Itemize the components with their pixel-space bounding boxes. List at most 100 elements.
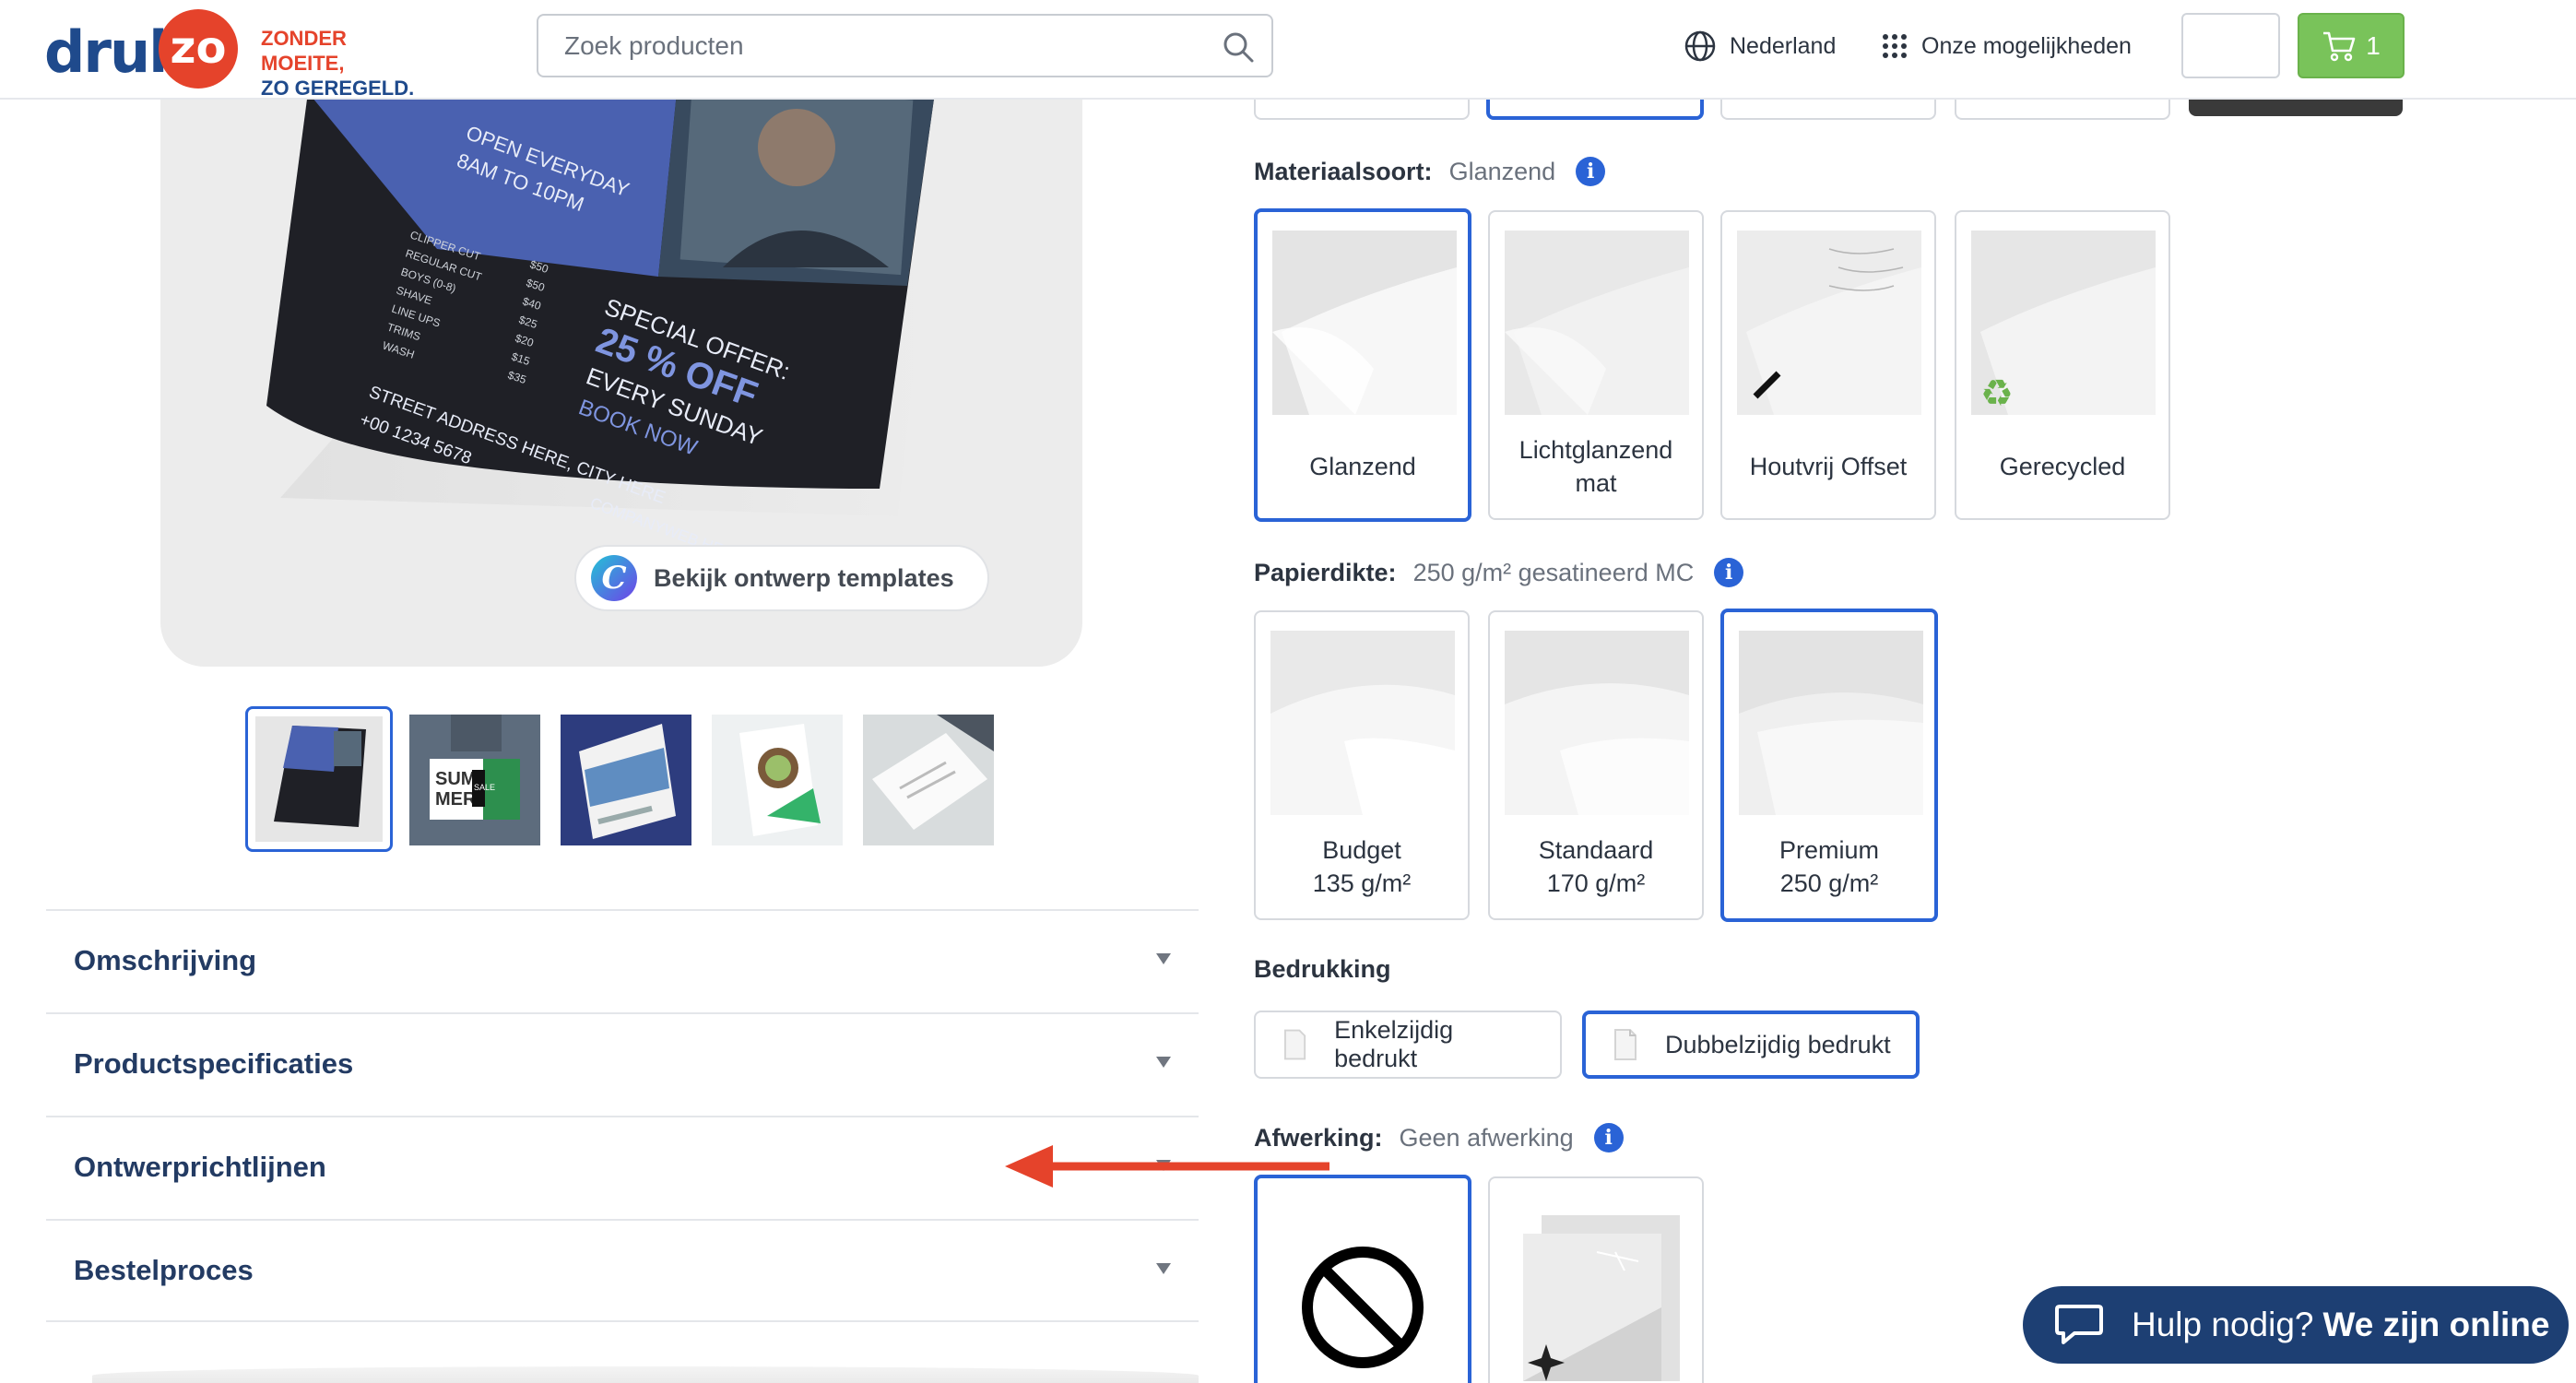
live-chat-button[interactable]: Hulp nodig? We zijn online [2023, 1286, 2569, 1364]
thumbnail-5[interactable] [863, 715, 994, 845]
thumb-menu-image [712, 715, 843, 845]
thumbnail-3[interactable] [561, 715, 691, 845]
druk-zo-logo[interactable]: druk zo ZONDER MOEITE, ZO GEREGELD. [44, 9, 431, 100]
country-selector[interactable]: Nederland [1684, 28, 1836, 65]
thumb-summer-image: SUM MER SALE [409, 715, 540, 845]
page-single-icon [1283, 1029, 1306, 1060]
material-option-houtvrij-offset[interactable]: Houtvrij Offset [1720, 210, 1936, 520]
accordion-omschrijving[interactable]: Omschrijving [46, 909, 1199, 1012]
options-menu[interactable]: Onze mogelijkheden [1881, 28, 2132, 65]
thickness-option-weight: 135 g/m² [1312, 869, 1412, 897]
account-button[interactable] [2181, 13, 2280, 78]
thickness-option-premium[interactable]: Premium 250 g/m² [1720, 609, 1938, 922]
thickness-option-weight: 250 g/m² [1779, 869, 1879, 897]
site-header: druk zo ZONDER MOEITE, ZO GEREGELD. Nede… [0, 0, 2576, 100]
info-icon[interactable]: i [1714, 558, 1744, 587]
bottom-shadow-divider [92, 1366, 1199, 1383]
print-option-single-sided[interactable]: Enkelzijdig bedrukt [1254, 1011, 1562, 1079]
thumb-flyer-image [255, 716, 383, 842]
search-box [537, 14, 1273, 77]
canva-icon: C [591, 555, 637, 601]
thumb-letter-image [863, 715, 994, 845]
thumb-brochure-image [561, 715, 691, 845]
print-option-label: Dubbelzijdig bedrukt [1665, 1030, 1891, 1058]
material-option-label: Lichtglanzend [1518, 436, 1673, 464]
paper-recycled-image: ♻ [1971, 230, 2156, 415]
chat-text: Hulp nodig? [2132, 1306, 2314, 1343]
material-option-label: Houtvrij Offset [1749, 453, 1908, 480]
info-icon[interactable]: i [1576, 157, 1606, 186]
search-input[interactable] [564, 29, 1191, 64]
flyer-image: OPEN EVERYDAY 8AM TO 10PM CLIPPER CUT RE… [266, 92, 944, 553]
thumbnail-2[interactable]: SUM MER SALE [409, 715, 540, 845]
accordion-title: Omschrijving [74, 944, 257, 976]
country-label: Nederland [1730, 32, 1837, 59]
thumb-summer-2: MER [435, 789, 477, 810]
paper-semi-matte-image [1505, 230, 1689, 415]
globe-icon [1684, 30, 1716, 62]
chevron-down-icon [1156, 953, 1171, 964]
logo-tagline: ZONDER MOEITE, ZO GEREGELD. [261, 26, 431, 100]
material-selected: Glanzend [1448, 157, 1556, 185]
accordion-title: Ontwerprichtlijnen [74, 1151, 326, 1183]
search-icon[interactable] [1222, 30, 1255, 64]
accordion-bestelproces[interactable]: Bestelproces [46, 1219, 1199, 1322]
finishing-selected: Geen afwerking [1399, 1123, 1574, 1152]
thickness-option-budget[interactable]: Budget 135 g/m² [1254, 610, 1470, 920]
print-option-double-sided[interactable]: Dubbelzijdig bedrukt [1582, 1011, 1920, 1079]
chat-bubble-icon [2055, 1305, 2103, 1344]
material-option-glanzend[interactable]: Glanzend [1254, 208, 1471, 522]
paper-medium-image [1505, 631, 1689, 815]
print-option-label: Enkelzijdig bedrukt [1334, 1016, 1454, 1072]
thickness-label-row: Papierdikte: 250 g/m² gesatineerd MC i [1254, 558, 1744, 587]
material-option-label-2: mat [1575, 469, 1617, 497]
canva-button-label: Bekijk ontwerp templates [654, 563, 954, 592]
paper-thin-image [1270, 631, 1455, 815]
chevron-down-icon [1156, 1263, 1171, 1274]
thickness-option-label: Budget [1322, 836, 1401, 864]
thumbnail-1[interactable] [245, 706, 393, 852]
thumbnail-4[interactable] [712, 715, 843, 845]
paper-offset-image [1737, 230, 1921, 415]
thickness-option-weight: 170 g/m² [1546, 869, 1646, 897]
chevron-down-icon [1156, 1057, 1171, 1068]
thickness-option-standaard[interactable]: Standaard 170 g/m² [1488, 610, 1704, 920]
paper-glossy-image [1272, 230, 1457, 415]
finishing-option-none[interactable] [1254, 1175, 1471, 1383]
svg-text:♻: ♻ [1980, 372, 2014, 415]
accordion-title: Bestelproces [74, 1254, 254, 1286]
product-preview: OPEN EVERYDAY 8AM TO 10PM CLIPPER CUT RE… [160, 92, 1082, 667]
printing-label: Bedrukking [1254, 955, 1391, 983]
tagline-line-1: ZONDER MOEITE, [261, 27, 347, 75]
red-arrow-annotation [1005, 1145, 1329, 1188]
tagline-line-2: ZO GEREGELD. [261, 77, 415, 100]
finishing-option-laminate[interactable] [1488, 1176, 1704, 1383]
thumb-summer-1: SUM [435, 769, 476, 789]
material-option-label: Glanzend [1309, 453, 1416, 480]
material-option-lichtglanzend-mat[interactable]: Lichtglanzend mat [1488, 210, 1704, 520]
logo-zo-badge: zo [159, 9, 238, 89]
thickness-selected: 250 g/m² gesatineerd MC [1412, 558, 1695, 586]
no-finish-icon [1302, 1247, 1424, 1368]
printing-label-row: Bedrukking [1254, 955, 1408, 984]
paper-thick-image [1739, 631, 1923, 815]
page-double-icon [1614, 1029, 1637, 1060]
cart-icon [2323, 31, 2356, 61]
options-label: Onze mogelijkheden [1921, 32, 2132, 59]
product-info-accordion: Omschrijving Productspecificaties Ontwer… [46, 909, 1199, 1322]
accordion-title: Productspecificaties [74, 1047, 354, 1080]
accordion-productspecificaties[interactable]: Productspecificaties [46, 1012, 1199, 1116]
material-label-row: Materiaalsoort: Glanzend i [1254, 157, 1606, 186]
laminate-icon [1523, 1215, 1680, 1381]
thickness-option-label: Premium [1778, 836, 1879, 864]
material-option-label: Gerecycled [1999, 453, 2126, 480]
thickness-label: Papierdikte: [1254, 558, 1397, 586]
canva-templates-button[interactable]: C Bekijk ontwerp templates [574, 545, 989, 611]
info-icon[interactable]: i [1593, 1123, 1624, 1152]
thickness-option-label: Standaard [1538, 836, 1654, 864]
chat-text-bold: We zijn online [2322, 1306, 2550, 1343]
material-option-gerecycled[interactable]: ♻ Gerecycled [1955, 210, 2170, 520]
cart-count: 1 [2366, 30, 2381, 60]
cart-button[interactable]: 1 [2298, 13, 2405, 78]
thumb-sale: SALE [474, 783, 495, 792]
